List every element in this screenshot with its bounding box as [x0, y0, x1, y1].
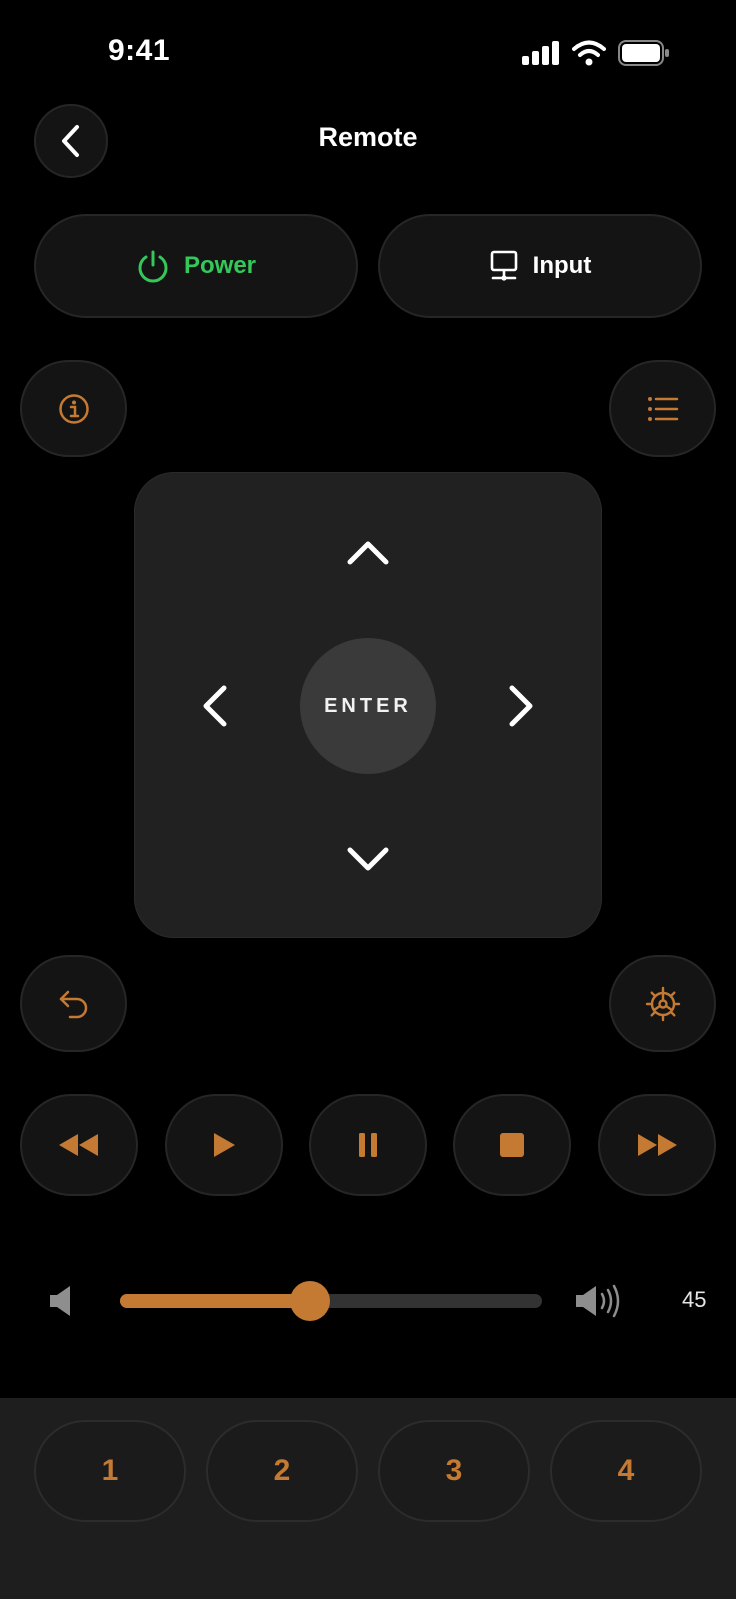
chevron-right-icon	[509, 685, 533, 727]
play-button[interactable]	[165, 1094, 283, 1196]
number-label: 2	[273, 1454, 291, 1487]
rewind-button[interactable]	[20, 1094, 138, 1196]
info-button[interactable]	[20, 360, 127, 457]
number-button-3[interactable]: 3	[378, 1420, 530, 1522]
battery-icon	[618, 40, 669, 66]
return-button[interactable]	[20, 955, 127, 1052]
wifi-icon	[572, 40, 606, 66]
volume-slider-thumb[interactable]	[289, 1281, 330, 1321]
pause-icon	[359, 1133, 377, 1157]
pause-button[interactable]	[309, 1094, 427, 1196]
dpad-left-button[interactable]	[184, 666, 244, 746]
rewind-icon	[59, 1134, 98, 1156]
power-button[interactable]: Power	[34, 214, 358, 318]
page-title: Remote	[318, 122, 418, 152]
number-label: 4	[617, 1454, 635, 1487]
fast-forward-button[interactable]	[598, 1094, 716, 1196]
chevron-up-icon	[347, 541, 389, 565]
dpad-right-button[interactable]	[492, 666, 552, 746]
return-icon	[59, 990, 87, 1018]
menu-button[interactable]	[609, 360, 716, 457]
input-label: Input	[532, 252, 592, 279]
number-label: 3	[445, 1454, 463, 1487]
dpad-down-button[interactable]	[328, 830, 408, 890]
number-label: 1	[101, 1454, 119, 1487]
status-time: 9:41	[108, 34, 171, 67]
speaker-icon	[50, 1286, 70, 1316]
fast-forward-icon	[638, 1134, 677, 1156]
dpad-up-button[interactable]	[328, 522, 408, 582]
power-icon	[138, 250, 168, 283]
settings-button[interactable]	[609, 955, 716, 1052]
volume-slider-fill	[120, 1294, 310, 1308]
chevron-left-icon	[203, 685, 227, 727]
gear-icon	[645, 986, 680, 1021]
power-label: Power	[183, 252, 257, 279]
speaker-wave-icon	[576, 1284, 620, 1318]
number-button-4[interactable]: 4	[550, 1420, 702, 1522]
play-icon	[214, 1133, 235, 1157]
volume-value: 45	[682, 1287, 707, 1312]
input-button[interactable]: Input	[378, 214, 702, 318]
enter-button[interactable]: ENTER	[300, 638, 436, 774]
info-icon	[58, 393, 89, 424]
stop-icon	[500, 1133, 524, 1157]
status-icons	[522, 40, 670, 66]
monitor-icon	[490, 250, 517, 281]
chevron-down-icon	[347, 847, 389, 871]
list-icon	[647, 396, 678, 421]
cellular-signal-icon	[522, 41, 559, 65]
stop-button[interactable]	[453, 1094, 571, 1196]
enter-label: ENTER	[324, 694, 412, 717]
number-button-1[interactable]: 1	[34, 1420, 186, 1522]
number-button-2[interactable]: 2	[206, 1420, 358, 1522]
